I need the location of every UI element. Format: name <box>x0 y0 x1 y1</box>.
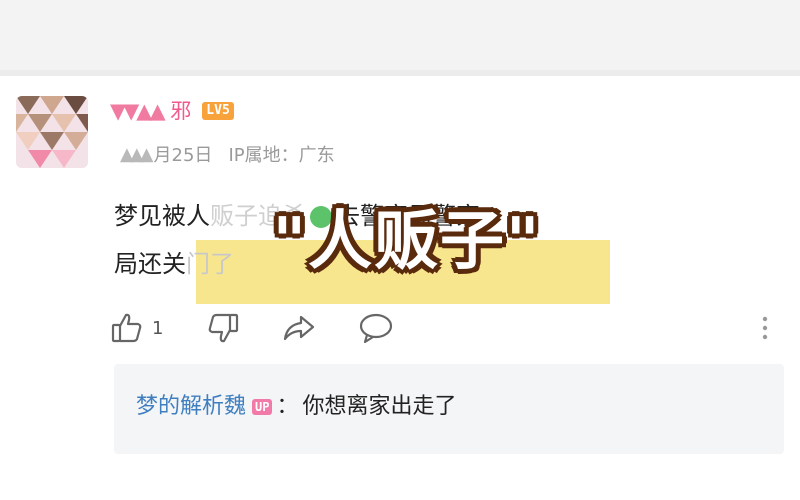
up-badge: UP <box>252 399 273 415</box>
thumbs-up-icon <box>110 311 144 345</box>
comment-text-faded: 门了 <box>186 250 234 278</box>
comment-icon <box>358 311 394 345</box>
username-suffix: 邪 <box>170 99 193 123</box>
username-row: ▼▼▲▲ 邪 LV5 <box>110 98 234 124</box>
comment-text-line-2: 局还关门了 <box>114 248 234 280</box>
top-area <box>0 0 800 70</box>
username-mask: ▼▼▲▲ <box>110 99 166 123</box>
like-button[interactable]: 1 <box>110 310 163 346</box>
share-icon <box>282 311 316 345</box>
action-bar: 1 <box>110 310 790 346</box>
reply-button[interactable] <box>358 310 394 346</box>
reply-preview[interactable]: 梦的解析魏 UP ： 你想离家出走了 <box>114 364 784 454</box>
overlay-caption: "人贩子" <box>272 205 542 279</box>
comment-text-part: 局还关 <box>114 250 186 278</box>
comment-meta: ▲▲▲ 月25日 IP属地：广东 <box>120 142 335 167</box>
level-badge: LV5 <box>202 102 234 120</box>
meta-mask: ▲▲▲ <box>120 143 153 165</box>
more-button[interactable] <box>758 310 772 346</box>
reply-text: 你想离家出走了 <box>302 394 457 419</box>
comment-date: 月25日 <box>153 145 213 166</box>
thumbs-down-icon <box>206 311 240 345</box>
reply-colon: ： <box>276 394 299 419</box>
more-vertical-icon <box>758 311 772 345</box>
reply-line: 梦的解析魏 UP ： 你想离家出走了 <box>136 392 457 422</box>
share-button[interactable] <box>282 310 316 346</box>
username[interactable]: ▼▼▲▲ 邪 <box>110 98 192 124</box>
reply-author[interactable]: 梦的解析魏 <box>136 392 246 422</box>
ip-location: IP属地：广东 <box>228 145 335 166</box>
comment-text-part: 梦见被人 <box>114 202 210 230</box>
section-divider <box>0 70 800 76</box>
like-count: 1 <box>152 317 164 339</box>
dislike-button[interactable] <box>206 310 240 346</box>
avatar[interactable] <box>16 96 88 168</box>
